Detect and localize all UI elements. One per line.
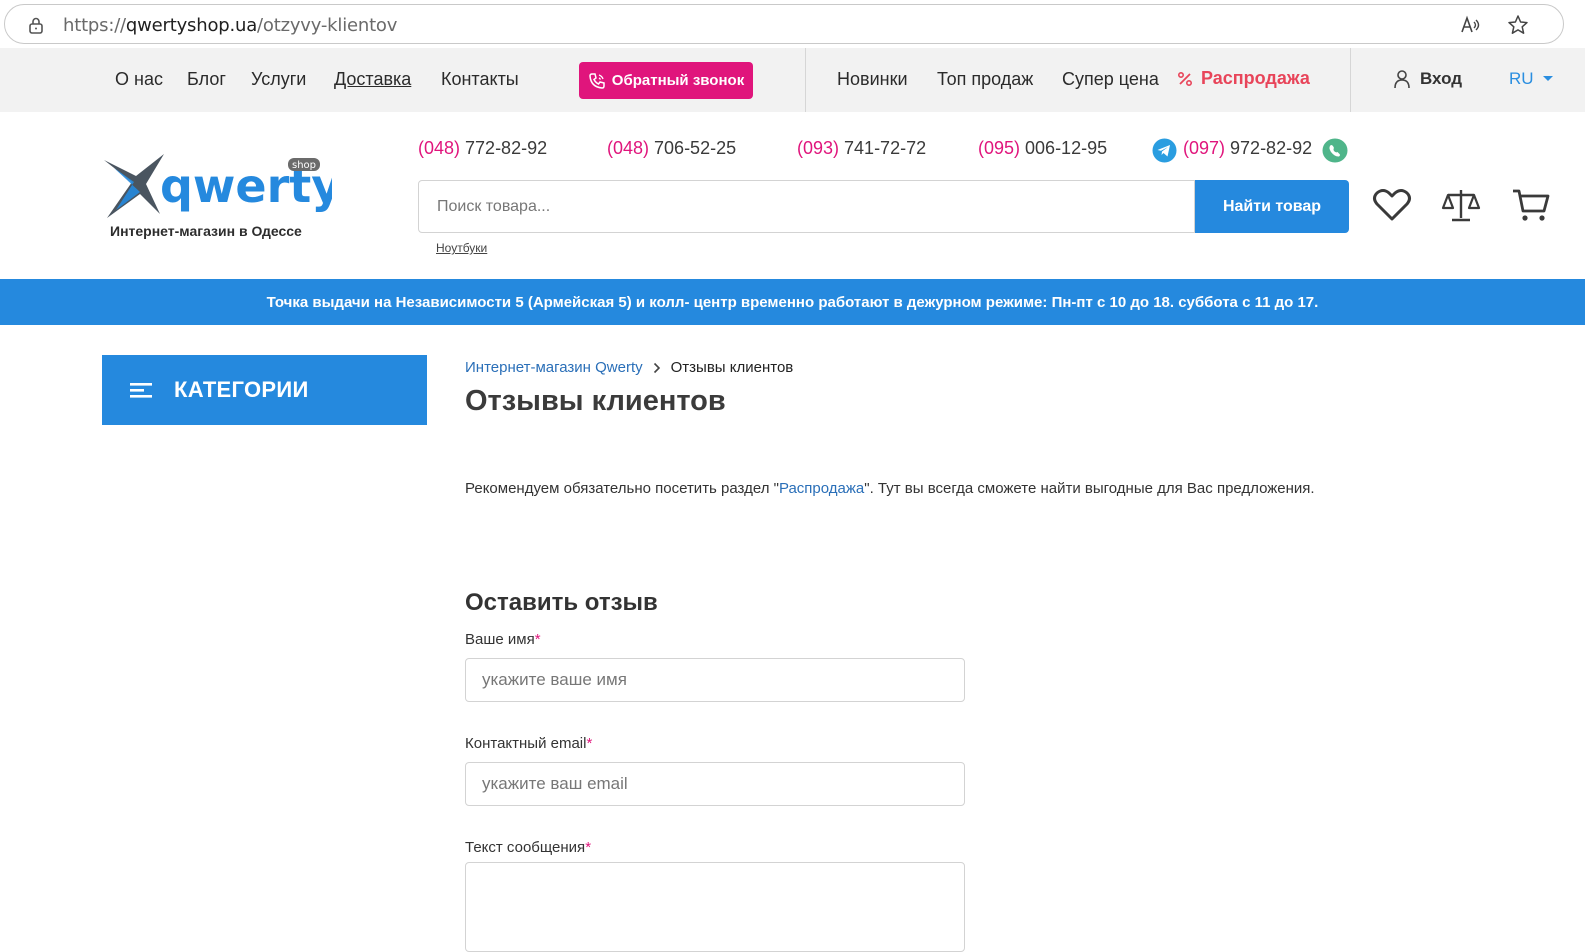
url-prefix: https:// bbox=[63, 15, 126, 36]
telegram-icon[interactable] bbox=[1152, 138, 1177, 163]
intro-text: Рекомендуем обязательно посетить раздел … bbox=[465, 480, 1315, 497]
required-mark: * bbox=[585, 839, 592, 856]
url-host: qwertyshop.ua bbox=[125, 15, 258, 36]
search-hint-link[interactable]: Ноутбуки bbox=[436, 241, 487, 255]
intro-text-before: Рекомендуем обязательно посетить раздел … bbox=[465, 480, 779, 497]
phone-digits: 741-72-72 bbox=[839, 138, 927, 158]
page-title: Отзывы клиентов bbox=[465, 385, 726, 417]
categories-label: КАТЕГОРИИ bbox=[174, 377, 309, 402]
message-field-label: Текст сообщения* bbox=[465, 839, 591, 856]
breadcrumb-current: Отзывы клиентов bbox=[670, 359, 794, 376]
cart-icon[interactable] bbox=[1510, 184, 1552, 226]
required-mark: * bbox=[534, 631, 541, 648]
email-field[interactable] bbox=[465, 762, 965, 806]
phone-number-4[interactable]: (095) 006-12-95 bbox=[978, 138, 1107, 159]
language-label: RU bbox=[1509, 69, 1534, 88]
sale-label: Распродажа bbox=[1201, 68, 1310, 88]
email-field-label: Контактный email* bbox=[465, 735, 592, 752]
required-mark: * bbox=[586, 735, 593, 752]
name-label-text: Ваше имя bbox=[465, 631, 535, 648]
nav-link-top-sales[interactable]: Топ продаж bbox=[937, 69, 1033, 90]
nav-link-contacts[interactable]: Контакты bbox=[441, 69, 519, 90]
top-navigation: О нас Блог Услуги Доставка Контакты Обра… bbox=[0, 48, 1585, 112]
callback-label: Обратный звонок bbox=[611, 72, 745, 89]
phone-digits: 006-12-95 bbox=[1020, 138, 1108, 158]
svg-text:shop: shop bbox=[292, 160, 316, 171]
nav-link-super-price[interactable]: Супер цена bbox=[1062, 69, 1159, 90]
phone-number-3[interactable]: (093) 741-72-72 bbox=[797, 138, 926, 159]
phone-call-icon bbox=[589, 72, 605, 89]
menu-lines-icon bbox=[130, 383, 152, 398]
search-input[interactable] bbox=[418, 180, 1195, 233]
categories-menu-button[interactable]: КАТЕГОРИИ bbox=[102, 355, 427, 425]
login-link[interactable]: Вход bbox=[1392, 69, 1462, 89]
logo-subtitle: Интернет-магазин в Одессе bbox=[110, 223, 302, 239]
nav-link-new[interactable]: Новинки bbox=[837, 69, 908, 90]
phone-number-2[interactable]: (048) 706-52-25 bbox=[607, 138, 736, 159]
sale-section-link[interactable]: Распродажа bbox=[779, 480, 864, 497]
notice-banner: Точка выдачи на Независимости 5 (Армейск… bbox=[0, 279, 1585, 325]
name-field[interactable] bbox=[465, 658, 965, 702]
user-icon bbox=[1394, 70, 1410, 89]
url-text[interactable]: https://qwertyshop.ua/otzyvy-klientov bbox=[63, 15, 397, 36]
nav-divider bbox=[1350, 48, 1351, 112]
message-label-text: Текст сообщения bbox=[465, 839, 586, 856]
nav-link-sale[interactable]: Распродажа bbox=[1177, 68, 1310, 89]
read-aloud-icon[interactable] bbox=[1459, 14, 1481, 36]
nav-link-blog[interactable]: Блог bbox=[187, 69, 226, 90]
nav-link-services[interactable]: Услуги bbox=[251, 69, 306, 90]
phone-number-5[interactable]: (097) 972-82-92 bbox=[1183, 138, 1312, 159]
nav-link-delivery[interactable]: Доставка bbox=[334, 69, 411, 90]
phone-digits: 972-82-92 bbox=[1225, 138, 1313, 158]
browser-address-bar: https://qwertyshop.ua/otzyvy-klientov bbox=[0, 0, 1585, 48]
nav-divider bbox=[805, 48, 806, 112]
breadcrumb-home[interactable]: Интернет-магазин Qwerty bbox=[465, 359, 643, 376]
phone-digits: 706-52-25 bbox=[649, 138, 737, 158]
callback-button[interactable]: Обратный звонок bbox=[579, 62, 753, 99]
phone-code: (093) bbox=[797, 138, 840, 158]
phone-code: (097) bbox=[1183, 138, 1226, 158]
wishlist-heart-icon[interactable] bbox=[1371, 184, 1413, 226]
email-label-text: Контактный email bbox=[465, 735, 587, 752]
chevron-right-icon bbox=[653, 362, 660, 373]
percent-icon bbox=[1177, 71, 1193, 86]
compare-scales-icon[interactable] bbox=[1440, 184, 1482, 226]
notice-banner-text: Точка выдачи на Независимости 5 (Армейск… bbox=[266, 293, 1319, 311]
phone-number-1[interactable]: (048) 772-82-92 bbox=[418, 138, 547, 159]
phone-code: (095) bbox=[978, 138, 1021, 158]
caret-down-icon bbox=[1542, 76, 1553, 81]
favorite-star-icon[interactable] bbox=[1507, 14, 1529, 36]
url-field[interactable]: https://qwertyshop.ua/otzyvy-klientov bbox=[4, 4, 1564, 44]
phone-code: (048) bbox=[607, 138, 650, 158]
nav-link-about[interactable]: О нас bbox=[115, 69, 163, 90]
url-path: /otzyvy-klientov bbox=[257, 15, 398, 36]
intro-text-after: ". Тут вы всегда сможете найти выгодные … bbox=[864, 480, 1315, 497]
review-form-title: Оставить отзыв bbox=[465, 589, 658, 616]
language-selector[interactable]: RU bbox=[1509, 69, 1554, 89]
login-label: Вход bbox=[1420, 69, 1463, 88]
name-field-label: Ваше имя* bbox=[465, 631, 541, 648]
qwerty-logo-mark: qwerty shop bbox=[104, 154, 341, 218]
lock-icon[interactable] bbox=[27, 16, 45, 34]
phone-digits: 772-82-92 bbox=[460, 138, 548, 158]
viber-icon[interactable] bbox=[1322, 138, 1348, 163]
phone-code: (048) bbox=[418, 138, 461, 158]
breadcrumb: Интернет-магазин Qwerty Отзывы клиентов bbox=[465, 359, 793, 376]
search-button[interactable]: Найти товар bbox=[1195, 180, 1349, 233]
